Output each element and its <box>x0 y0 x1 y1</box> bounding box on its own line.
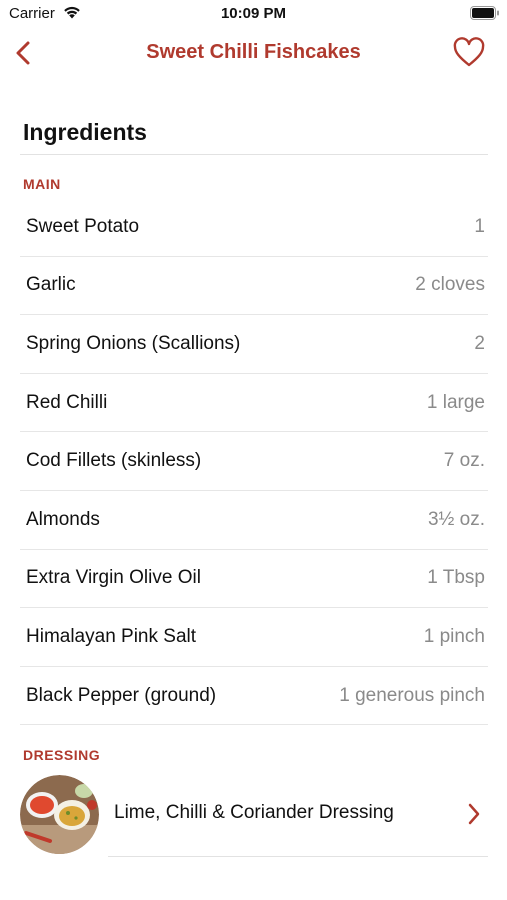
ingredient-row: Red Chilli 1 large <box>20 374 488 433</box>
divider <box>108 856 488 857</box>
ingredient-row: Black Pepper (ground) 1 generous pinch <box>20 667 488 726</box>
ingredient-row: Himalayan Pink Salt 1 pinch <box>20 608 488 667</box>
ingredient-row: Spring Onions (Scallions) 2 <box>20 315 488 374</box>
ingredient-row: Garlic 2 cloves <box>20 257 488 316</box>
ingredient-name: Extra Virgin Olive Oil <box>26 567 201 589</box>
ingredient-quantity: 1 Tbsp <box>427 567 485 589</box>
ingredients-heading: Ingredients <box>23 119 147 145</box>
ingredient-quantity: 1 generous pinch <box>339 684 485 706</box>
status-time: 10:09 PM <box>220 5 287 22</box>
dressing-row[interactable]: Lime, Chilli & Coriander Dressing <box>20 773 488 857</box>
ingredient-quantity: 1 pinch <box>423 625 485 647</box>
divider <box>20 154 488 155</box>
ingredient-quantity: 7 oz. <box>443 450 485 472</box>
ingredient-name: Sweet Potato <box>26 215 140 237</box>
ingredient-list: Sweet Potato 1 Garlic 2 cloves Spring Onions… <box>20 198 488 726</box>
battery-icon <box>470 6 500 25</box>
ingredient-name: Almonds <box>26 508 100 530</box>
ingredient-row: Cod Fillets (skinless) 7 oz. <box>20 432 488 491</box>
group-label-main: MAIN <box>23 176 61 192</box>
navigation-bar: Sweet Chilli Fishcakes <box>0 30 507 76</box>
ingredient-row: Almonds 3½ oz. <box>20 491 488 550</box>
heart-outline-icon <box>453 37 485 67</box>
ingredient-quantity: 2 cloves <box>415 274 485 296</box>
favorite-button[interactable] <box>451 35 487 71</box>
group-label-dressing: DRESSING <box>23 747 101 763</box>
ingredient-quantity: 1 <box>474 215 485 237</box>
status-bar: Carrier 10:09 PM <box>0 0 507 30</box>
dressing-name: Lime, Chilli & Coriander Dressing <box>114 802 394 823</box>
ingredient-name: Spring Onions (Scallions) <box>26 332 241 354</box>
ingredient-name: Red Chilli <box>26 391 108 413</box>
ingredient-row: Extra Virgin Olive Oil 1 Tbsp <box>20 550 488 609</box>
ingredient-name: Black Pepper (ground) <box>26 684 217 706</box>
chevron-right-icon <box>466 802 482 831</box>
ingredient-quantity: 2 <box>474 332 485 354</box>
ingredient-name: Himalayan Pink Salt <box>26 625 197 647</box>
dressing-thumbnail <box>20 775 99 854</box>
ingredient-row: Sweet Potato 1 <box>20 198 488 257</box>
ingredient-quantity: 3½ oz. <box>427 508 485 530</box>
ingredient-name: Garlic <box>26 274 76 296</box>
ingredient-quantity: 1 large <box>426 391 485 413</box>
ingredient-name: Cod Fillets (skinless) <box>26 450 202 472</box>
page-title: Sweet Chilli Fishcakes <box>146 41 361 63</box>
